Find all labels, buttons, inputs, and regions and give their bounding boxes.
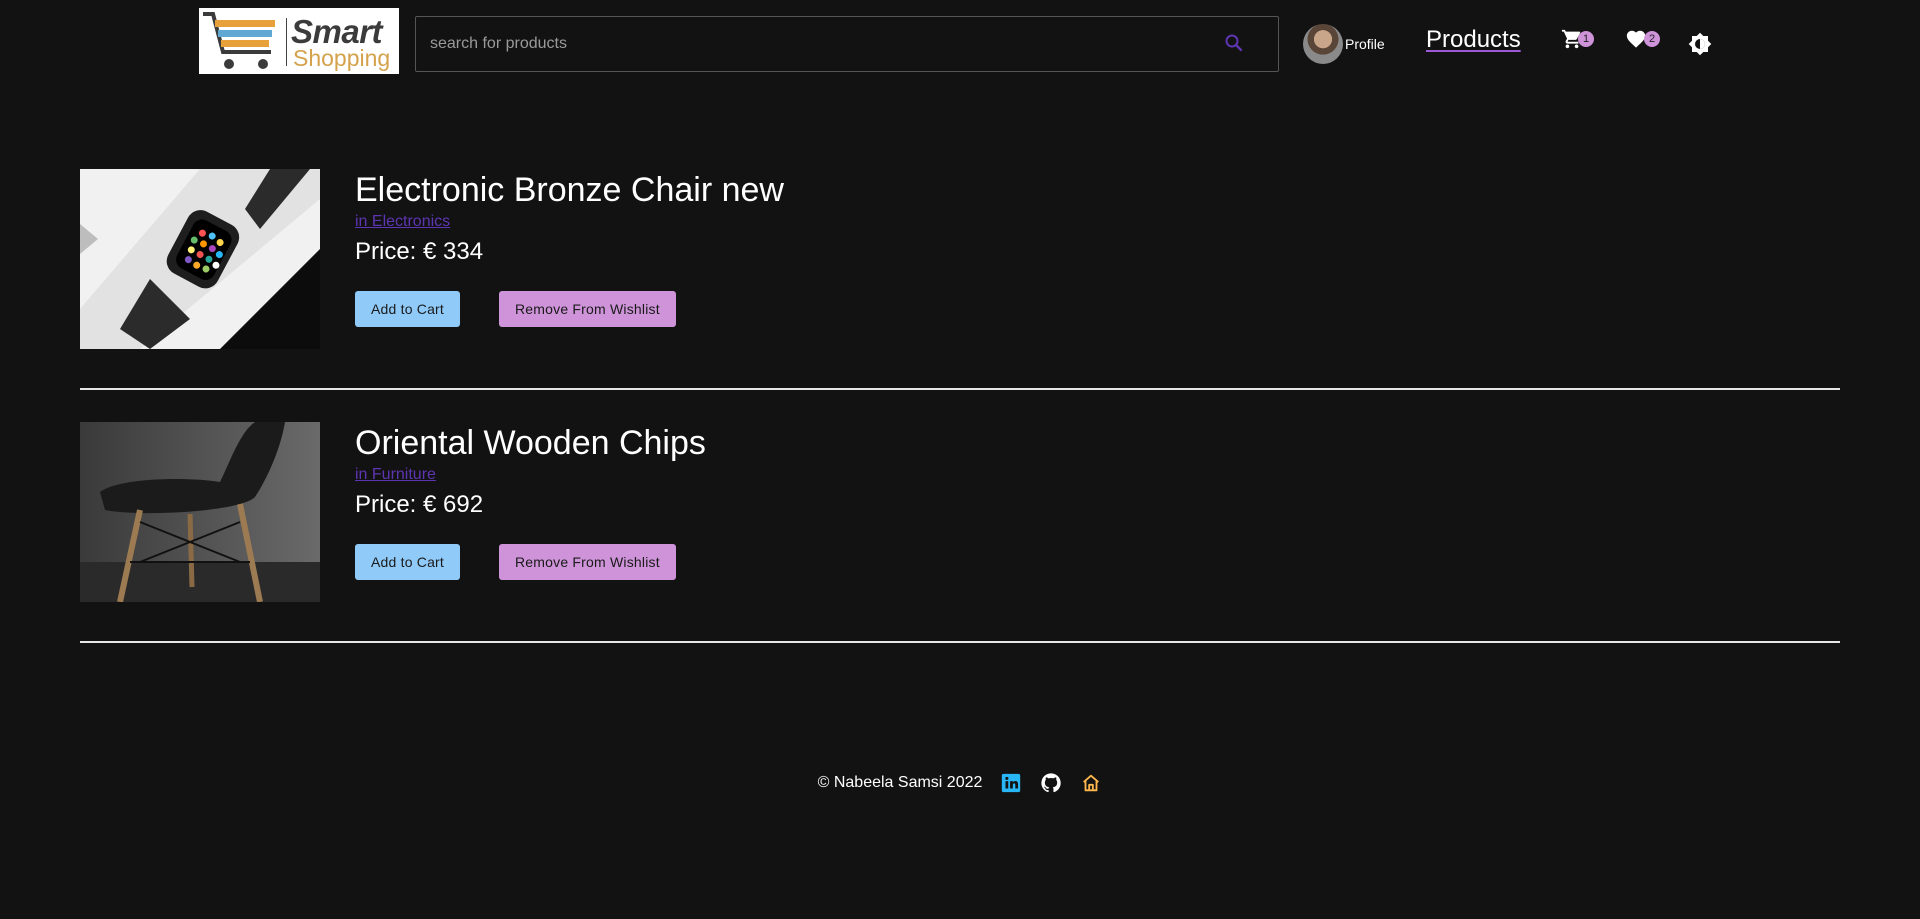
- brightness-icon: [1688, 32, 1712, 56]
- search-input[interactable]: [416, 17, 1196, 71]
- nav-products-link[interactable]: Products: [1426, 26, 1521, 54]
- product-category-link[interactable]: in Furniture: [355, 466, 436, 484]
- item-divider: [80, 641, 1840, 643]
- footer: © Nabeela Samsi 2022: [0, 772, 1920, 794]
- remove-from-wishlist-button[interactable]: Remove From Wishlist: [499, 291, 676, 327]
- avatar: [1303, 24, 1343, 64]
- wishlist-item: Electronic Bronze Chair new in Electroni…: [80, 169, 1840, 349]
- item-divider: [80, 388, 1840, 390]
- wishlist-count-badge: 2: [1644, 31, 1660, 47]
- search-icon[interactable]: [1222, 31, 1246, 55]
- theme-toggle-button[interactable]: [1688, 32, 1712, 56]
- logo-divider: [286, 18, 287, 66]
- product-image[interactable]: [80, 422, 320, 602]
- product-title: Oriental Wooden Chips: [355, 424, 706, 462]
- search-bar: [415, 16, 1279, 72]
- shopping-cart-logo-icon: [203, 12, 275, 69]
- remove-from-wishlist-button[interactable]: Remove From Wishlist: [499, 544, 676, 580]
- footer-copyright: © Nabeela Samsi 2022: [817, 774, 983, 791]
- github-icon[interactable]: [1040, 772, 1062, 794]
- linkedin-icon[interactable]: [1000, 772, 1022, 794]
- product-title: Electronic Bronze Chair new: [355, 171, 784, 209]
- profile-label: Profile: [1345, 36, 1385, 52]
- cart-count-badge: 1: [1578, 31, 1594, 47]
- wishlist-item: Oriental Wooden Chips in Furniture Price…: [80, 422, 1840, 602]
- cart-button[interactable]: 1: [1561, 28, 1594, 52]
- product-price: Price: € 334: [355, 238, 484, 265]
- add-to-cart-button[interactable]: Add to Cart: [355, 291, 461, 327]
- add-to-cart-button[interactable]: Add to Cart: [355, 544, 461, 580]
- product-category-link[interactable]: in Electronics: [355, 213, 450, 231]
- wishlist-button[interactable]: 2: [1625, 28, 1660, 52]
- product-image[interactable]: [80, 169, 320, 349]
- home-icon[interactable]: [1080, 772, 1102, 794]
- product-price: Price: € 692: [355, 491, 484, 518]
- profile-link[interactable]: Profile: [1303, 23, 1385, 65]
- logo-word-shopping: Shopping: [293, 45, 391, 71]
- site-logo[interactable]: Smart Shopping: [199, 8, 399, 74]
